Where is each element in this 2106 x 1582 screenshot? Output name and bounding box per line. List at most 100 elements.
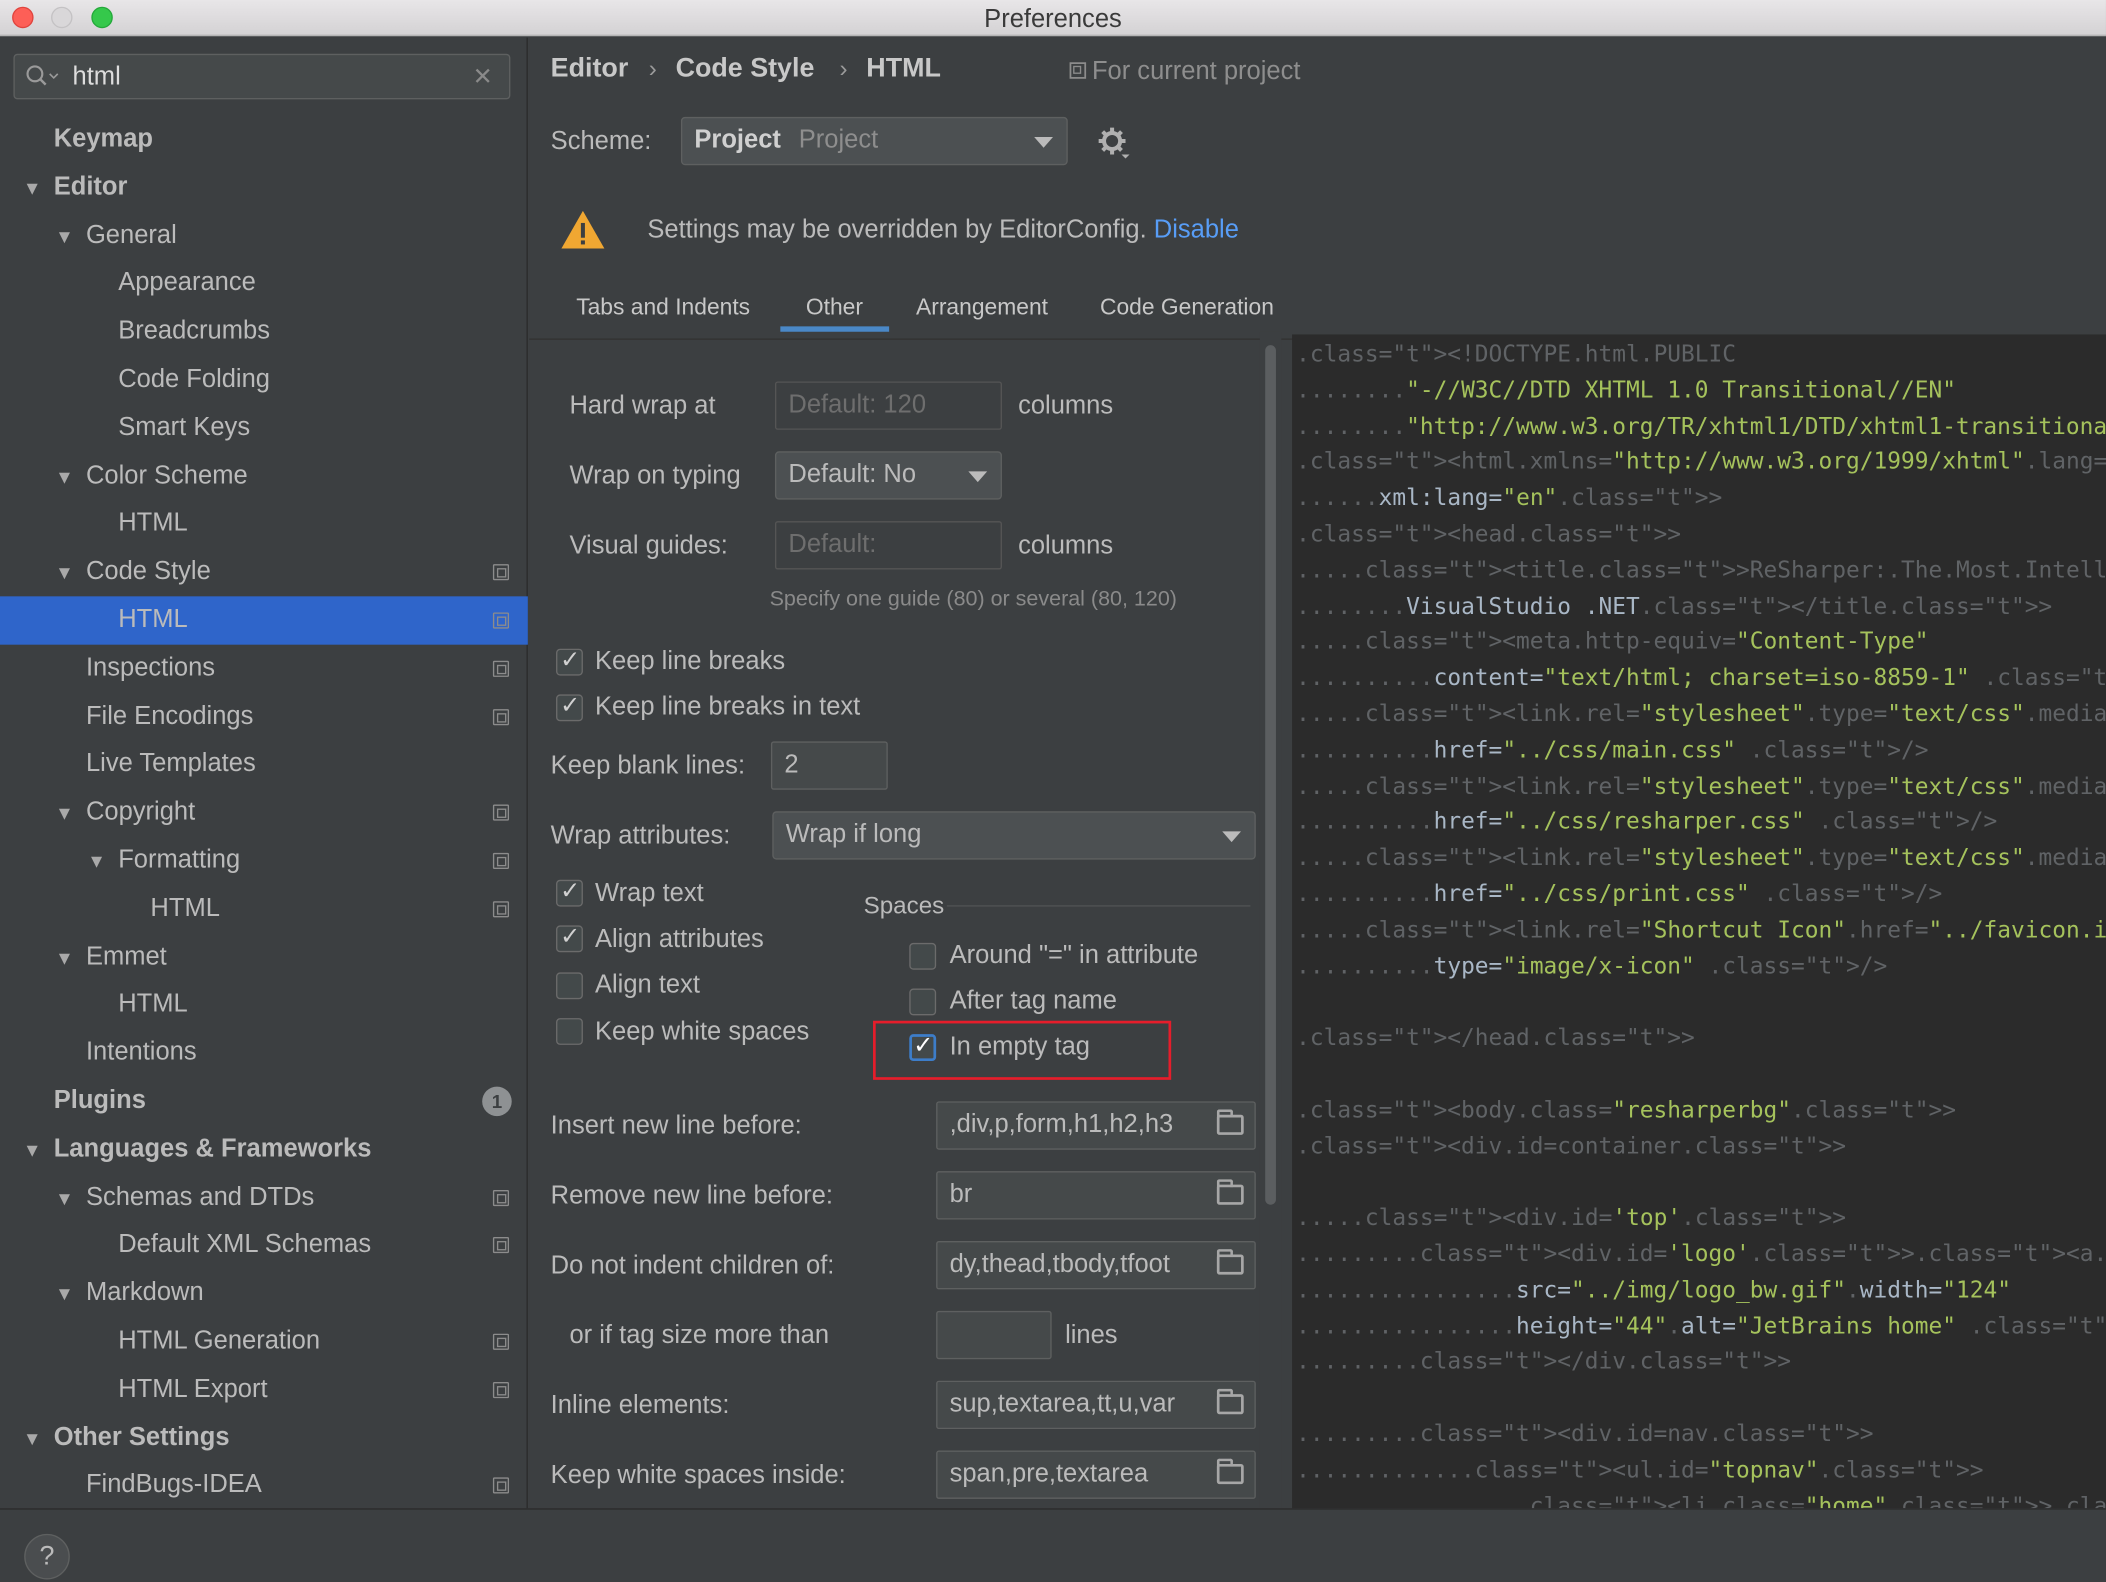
- wrap-on-typing-select[interactable]: Default: No: [774, 451, 1002, 500]
- code-line: ................height="44".alt="JetBrai…: [1296, 1313, 2106, 1340]
- tab-other[interactable]: Other: [806, 294, 863, 321]
- tree-item-html[interactable]: HTML: [0, 500, 528, 548]
- folder-icon[interactable]: [1216, 1388, 1244, 1415]
- tree-item-label: Breadcrumbs: [118, 317, 270, 346]
- align-text-checkbox[interactable]: [556, 972, 583, 1000]
- tree-item-breadcrumbs[interactable]: Breadcrumbs: [0, 308, 528, 356]
- tree-item-general[interactable]: ▼ General: [0, 212, 528, 260]
- insert-new-line-label: Insert new line before:: [550, 1112, 802, 1141]
- expand-arrow-icon[interactable]: ▼: [23, 1414, 42, 1462]
- folder-icon[interactable]: [1216, 1249, 1244, 1275]
- align-attributes-checkbox[interactable]: [556, 923, 583, 953]
- folder-icon[interactable]: [1216, 1458, 1244, 1485]
- tree-item-label: Plugins: [53, 1086, 146, 1115]
- expand-arrow-icon[interactable]: ▼: [55, 548, 74, 596]
- tree-item-file-encodings[interactable]: File Encodings: [0, 692, 528, 740]
- expand-arrow-icon[interactable]: ▼: [55, 1173, 74, 1221]
- tree-item-label: Code Style: [85, 557, 211, 586]
- tree-item-default-xml-schemas[interactable]: Default XML Schemas: [0, 1221, 528, 1269]
- tree-item-keymap[interactable]: Keymap: [0, 116, 528, 164]
- inline-elements-field[interactable]: sup,textarea,tt,u,var: [936, 1380, 1256, 1430]
- expand-arrow-icon[interactable]: ▼: [55, 789, 74, 837]
- tab-arrangement[interactable]: Arrangement: [916, 294, 1048, 321]
- settings-search-input[interactable]: html ✕: [13, 53, 511, 100]
- help-button[interactable]: ?: [24, 1533, 70, 1580]
- tree-item-findbugs-idea[interactable]: FindBugs-IDEA: [0, 1462, 528, 1510]
- tree-item-smart-keys[interactable]: Smart Keys: [0, 404, 528, 452]
- tree-item-appearance[interactable]: Appearance: [0, 260, 528, 308]
- hard-wrap-field[interactable]: Default: 120: [774, 381, 1002, 430]
- tree-item-inspections[interactable]: Inspections: [0, 644, 528, 692]
- clear-search-icon[interactable]: ✕: [473, 63, 493, 91]
- folder-icon[interactable]: [1216, 1179, 1244, 1205]
- chevron-down-icon: [968, 471, 988, 483]
- tree-item-color-scheme[interactable]: ▼ Color Scheme: [0, 452, 528, 500]
- tree-item-html[interactable]: HTML: [0, 981, 528, 1029]
- tree-item-code-folding[interactable]: Code Folding: [0, 356, 528, 404]
- around-equals-checkbox[interactable]: [909, 942, 937, 970]
- code-line: .....class="t"><link.rel="stylesheet".ty…: [1296, 773, 2106, 800]
- keep-white-spaces-checkbox[interactable]: [556, 1018, 583, 1045]
- remove-new-line-field[interactable]: br: [936, 1171, 1256, 1220]
- expand-arrow-icon[interactable]: ▼: [55, 1269, 74, 1317]
- hard-wrap-columns-label: columns: [1018, 392, 1114, 421]
- tab-bar: Tabs and Indents Other Arrangement Code …: [529, 283, 2106, 340]
- expand-arrow-icon[interactable]: ▼: [55, 212, 74, 260]
- align-text-label: Align text: [594, 971, 700, 1000]
- tree-item-schemas-and-dtds[interactable]: ▼ Schemas and DTDs: [0, 1173, 528, 1221]
- insert-new-line-field[interactable]: ,div,p,form,h1,h2,h3: [936, 1101, 1256, 1150]
- tree-item-intentions[interactable]: Intentions: [0, 1029, 528, 1077]
- after-tag-name-checkbox[interactable]: [909, 988, 937, 1016]
- tree-item-formatting[interactable]: ▼ Formatting: [0, 837, 528, 885]
- wrap-text-checkbox[interactable]: [556, 877, 583, 907]
- expand-arrow-icon[interactable]: ▼: [87, 837, 106, 885]
- scheme-select[interactable]: Project Project: [680, 116, 1068, 166]
- code-line: .....class="t"><link.rel="stylesheet".ty…: [1296, 701, 2106, 728]
- expand-arrow-icon[interactable]: ▼: [55, 933, 74, 981]
- expand-arrow-icon[interactable]: ▼: [23, 1125, 42, 1173]
- visual-guides-field[interactable]: Default:: [774, 521, 1002, 570]
- breadcrumb-separator: ›: [839, 55, 848, 82]
- wrap-attributes-value: Wrap if long: [785, 820, 922, 849]
- tag-size-field[interactable]: [936, 1310, 1052, 1360]
- keep-line-breaks-text-label: Keep line breaks in text: [594, 693, 861, 722]
- tree-item-html-generation[interactable]: HTML Generation: [0, 1318, 528, 1366]
- folder-icon[interactable]: [1216, 1109, 1244, 1135]
- tree-item-html-export[interactable]: HTML Export: [0, 1366, 528, 1414]
- keep-blank-lines-field[interactable]: 2: [770, 741, 888, 790]
- tab-code-generation[interactable]: Code Generation: [1100, 294, 1274, 321]
- keep-line-breaks-text-checkbox[interactable]: [556, 692, 583, 722]
- tree-item-other-settings[interactable]: ▼ Other Settings: [0, 1414, 528, 1462]
- tree-item-code-style[interactable]: ▼ Code Style: [0, 548, 528, 596]
- tree-item-editor[interactable]: ▼ Editor: [0, 164, 528, 212]
- remove-new-line-value: br: [949, 1180, 973, 1209]
- disable-link[interactable]: Disable: [1154, 216, 1239, 244]
- tab-tabs-and-indents[interactable]: Tabs and Indents: [576, 294, 750, 321]
- wrap-attributes-select[interactable]: Wrap if long: [772, 811, 1256, 860]
- code-line: ..........href="../css/resharper.css" .c…: [1296, 809, 1998, 836]
- breadcrumb-code-style: Code Style: [675, 53, 815, 84]
- tree-item-label: Default XML Schemas: [118, 1230, 372, 1260]
- expand-arrow-icon[interactable]: ▼: [55, 452, 74, 500]
- tree-item-markdown[interactable]: ▼ Markdown: [0, 1269, 528, 1317]
- tree-item-plugins[interactable]: Plugins 1: [0, 1077, 528, 1125]
- gear-icon[interactable]: [1097, 126, 1132, 161]
- code-line: .............class="t"><ul.id="topnav".c…: [1296, 1456, 1984, 1484]
- tag-size-lines-label: lines: [1065, 1321, 1118, 1350]
- tree-item-live-templates[interactable]: Live Templates: [0, 741, 528, 789]
- code-line: .class="t"><html.xmlns="http://www.w3.or…: [1296, 449, 2106, 476]
- tree-item-html[interactable]: HTML: [0, 885, 528, 933]
- tree-item-copyright[interactable]: ▼ Copyright: [0, 789, 528, 837]
- visual-guides-label: Visual guides:: [569, 531, 728, 561]
- tree-item-emmet[interactable]: ▼ Emmet: [0, 933, 528, 981]
- do-not-indent-field[interactable]: dy,thead,tbody,tfoot: [936, 1241, 1256, 1290]
- breadcrumb-separator: ›: [648, 55, 657, 82]
- keep-white-spaces-label: Keep white spaces: [594, 1018, 810, 1047]
- tree-item-languages-frameworks[interactable]: ▼ Languages & Frameworks: [0, 1125, 528, 1173]
- keep-ws-inside-field[interactable]: span,pre,textarea: [936, 1450, 1256, 1499]
- tree-item-html[interactable]: HTML: [0, 596, 528, 645]
- expand-arrow-icon[interactable]: ▼: [23, 164, 42, 212]
- keep-line-breaks-checkbox[interactable]: [556, 646, 583, 676]
- warning-text: Settings may be overridden by EditorConf…: [647, 216, 1147, 245]
- form-scrollbar[interactable]: [1265, 345, 1276, 1205]
